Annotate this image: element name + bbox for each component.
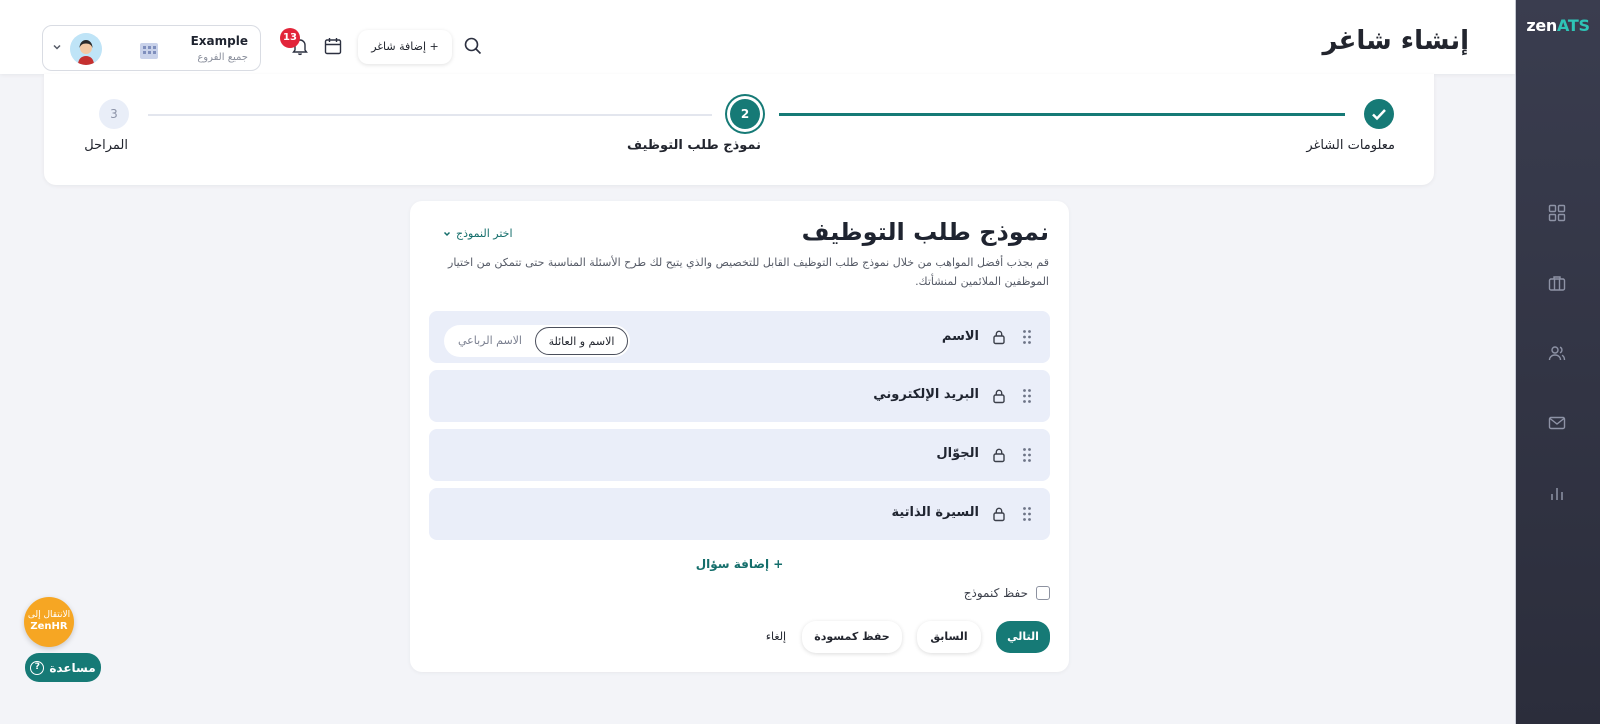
cancel-button[interactable]: إلغاء — [758, 621, 794, 653]
question-row-name[interactable]: الاسم الاسم و العائلة الاسم الرباعي — [429, 311, 1050, 363]
drag-handle-icon[interactable] — [1022, 506, 1032, 522]
save-as-template-checkbox[interactable] — [1036, 586, 1050, 600]
form-title: نموذج طلب التوظيف — [801, 218, 1049, 246]
step-connector-completed — [779, 113, 1345, 116]
drag-handle-icon[interactable] — [1022, 329, 1032, 345]
chevron-down-icon — [53, 44, 61, 50]
help-label: مساعدة — [49, 660, 96, 675]
previous-button[interactable]: السابق — [917, 621, 981, 653]
question-label: البريد الإلكتروني — [873, 387, 979, 402]
help-button[interactable]: مساعدة ? — [25, 653, 101, 682]
top-header: إنشاء شاغر Example جميع الفروع 13 + إضاف… — [0, 0, 1515, 74]
question-label: الاسم — [941, 329, 979, 344]
save-as-template-option[interactable]: حفظ كنموذج — [964, 586, 1050, 600]
jobs-briefcase-icon[interactable] — [1548, 274, 1566, 292]
user-account-menu[interactable]: Example جميع الفروع — [42, 25, 261, 71]
step-1-label: معلومات الشاغر — [1306, 138, 1395, 153]
application-form-card: نموذج طلب التوظيف اختر النموذج قم بجذب أ… — [410, 201, 1069, 672]
step-3-pending: 3 — [99, 99, 129, 129]
step-3-label: المراحل — [84, 138, 128, 153]
switch-to-zenhr-button[interactable]: الانتقال إلى ZenHR — [24, 597, 74, 647]
notification-count-badge: 13 — [280, 28, 300, 48]
drag-handle-icon[interactable] — [1022, 388, 1032, 404]
next-button[interactable]: التالي — [996, 621, 1050, 653]
add-vacancy-button[interactable]: + إضافة شاغر — [358, 30, 452, 64]
drag-handle-icon[interactable] — [1022, 447, 1032, 463]
question-row-email[interactable]: البريد الإلكتروني — [429, 370, 1050, 422]
step-connector-pending — [148, 114, 712, 116]
page-title: إنشاء شاغر — [1322, 26, 1469, 56]
dashboard-icon[interactable] — [1548, 204, 1566, 222]
branch-scope: جميع الفروع — [197, 52, 248, 63]
help-question-icon: ? — [30, 660, 45, 675]
lock-icon — [993, 448, 1005, 463]
progress-stepper: معلومات الشاغر 2 نموذج طلب التوظيف 3 الم… — [44, 74, 1434, 185]
lock-icon — [993, 507, 1005, 522]
mail-icon[interactable] — [1548, 414, 1566, 432]
zenhr-line-1: الانتقال إلى — [27, 610, 71, 620]
question-row-cv[interactable]: السيرة الذاتية — [429, 488, 1050, 540]
company-building-icon — [140, 43, 158, 59]
lock-icon — [993, 389, 1005, 404]
save-as-template-label: حفظ كنموذج — [963, 586, 1028, 600]
step-2-active: 2 — [730, 99, 760, 129]
name-format-option-four-part[interactable]: الاسم الرباعي — [446, 327, 534, 355]
company-name: Example — [190, 34, 248, 48]
lock-icon — [993, 330, 1005, 345]
choose-template-dropdown[interactable]: اختر النموذج — [442, 227, 513, 240]
form-description: قم بجذب أفضل المواهب من خلال نموذج طلب ا… — [448, 256, 1049, 288]
candidates-users-icon[interactable] — [1548, 344, 1566, 362]
name-format-toggle: الاسم و العائلة الاسم الرباعي — [444, 325, 630, 357]
choose-template-label: اختر النموذج — [456, 227, 513, 240]
search-icon[interactable] — [463, 36, 483, 56]
question-label: السيرة الذاتية — [891, 505, 979, 520]
calendar-icon[interactable] — [323, 36, 343, 56]
add-question-link[interactable]: + إضافة سؤال — [410, 557, 1069, 571]
app-logo[interactable]: zenATS — [1516, 16, 1600, 35]
save-draft-button[interactable]: حفظ كمسودة — [802, 621, 902, 653]
step-2-label: نموذج طلب التوظيف — [627, 138, 761, 153]
question-label: الجوّال — [936, 446, 979, 461]
reports-chart-icon[interactable] — [1548, 484, 1566, 502]
name-format-option-full-name[interactable]: الاسم و العائلة — [535, 327, 628, 355]
step-1-completed — [1364, 99, 1394, 129]
checkmark-icon — [1372, 109, 1386, 121]
question-row-mobile[interactable]: الجوّال — [429, 429, 1050, 481]
main-sidebar: zenATS — [1516, 0, 1600, 724]
zenhr-line-2: ZenHR — [30, 621, 68, 632]
chevron-down-icon — [443, 231, 451, 236]
avatar — [70, 33, 102, 65]
